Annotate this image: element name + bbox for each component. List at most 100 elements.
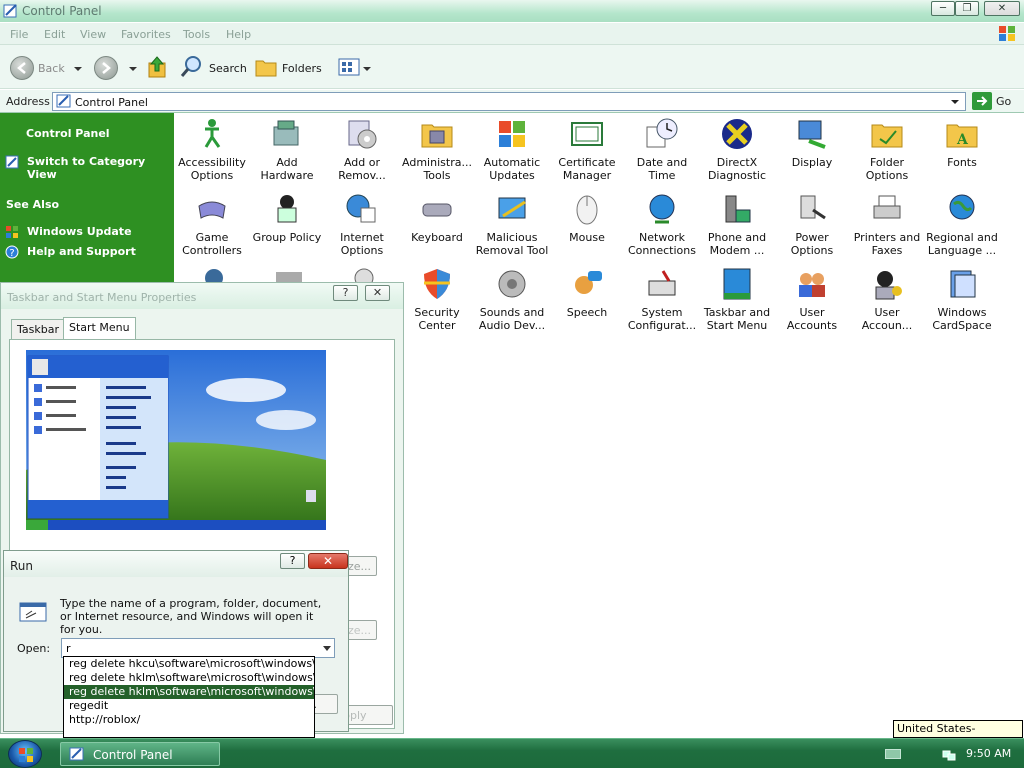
back-label[interactable]: Back <box>38 62 65 75</box>
menu-tools[interactable]: Tools <box>183 28 210 41</box>
forward-dropdown-icon[interactable] <box>129 67 137 71</box>
address-dropdown-icon[interactable] <box>947 94 963 109</box>
windows-logo-icon <box>19 748 33 762</box>
menu-help[interactable]: Help <box>226 28 251 41</box>
cp-user-accounts-2[interactable]: User Accoun... <box>850 267 924 332</box>
run-title-bar[interactable]: Run ? ✕ <box>4 551 348 577</box>
cp-security-center[interactable]: Security Center <box>400 267 474 332</box>
cp-game-controllers[interactable]: Game Controllers <box>175 192 249 257</box>
title-bar[interactable]: Control Panel ─ ❐ ✕ <box>0 0 1024 22</box>
open-input-value[interactable]: r <box>66 642 71 655</box>
mouse-icon <box>576 195 598 225</box>
run-help-button[interactable]: ? <box>280 553 305 569</box>
folders-label[interactable]: Folders <box>282 62 322 75</box>
cp-printers-and-faxes[interactable]: Printers and Faxes <box>850 192 924 257</box>
internet-options-icon <box>346 194 376 223</box>
cp-administrative-tools[interactable]: Administra... Tools <box>400 117 474 182</box>
autocomplete-item-selected[interactable]: reg delete hklm\software\microsoft\windo… <box>64 685 314 699</box>
back-dropdown-icon[interactable] <box>74 67 82 71</box>
properties-close-button[interactable]: ✕ <box>365 285 390 301</box>
open-combobox[interactable]: r <box>61 638 335 658</box>
cp-group-policy[interactable]: Group Policy <box>250 192 324 244</box>
cp-regional-and-language[interactable]: Regional and Language ... <box>925 192 999 257</box>
cp-folder-options[interactable]: Folder Options <box>850 117 924 182</box>
address-field[interactable]: Control Panel <box>52 92 966 111</box>
sidebar: Control Panel Switch to Category View Se… <box>0 113 174 283</box>
back-button[interactable] <box>10 56 34 80</box>
menu-file[interactable]: File <box>10 28 28 41</box>
cp-mouse[interactable]: Mouse <box>550 192 624 244</box>
menu-favorites[interactable]: Favorites <box>121 28 171 41</box>
help-and-support-link[interactable]: Help and Support <box>27 245 136 258</box>
cp-taskbar-and-start-menu[interactable]: Taskbar and Start Menu <box>700 267 774 332</box>
add-hardware-icon <box>273 120 299 146</box>
cp-automatic-updates[interactable]: Automatic Updates <box>475 117 549 182</box>
clock[interactable]: 9:50 AM <box>966 747 1011 760</box>
sidebar-title: Control Panel <box>26 127 110 140</box>
properties-help-button[interactable]: ? <box>333 285 358 301</box>
maximize-button[interactable]: ❐ <box>955 1 979 16</box>
network-tray-icon[interactable] <box>942 747 956 761</box>
cp-phone-and-modem[interactable]: Phone and Modem ... <box>700 192 774 257</box>
cp-certificate-manager[interactable]: Certificate Manager <box>550 117 624 182</box>
menu-edit[interactable]: Edit <box>44 28 65 41</box>
switch-to-category-view-link[interactable]: Switch to Category View <box>27 155 174 181</box>
fonts-icon: A <box>946 124 978 148</box>
cp-sounds-and-audio[interactable]: Sounds and Audio Dev... <box>475 267 549 332</box>
tab-start-menu[interactable]: Start Menu <box>63 317 136 339</box>
cp-accessibility-options[interactable]: Accessibility Options <box>175 117 249 182</box>
autocomplete-list: reg delete hkcu\software\microsoft\windo… <box>63 656 315 738</box>
taskbar-item-label: Control Panel <box>93 748 173 762</box>
views-dropdown-icon[interactable] <box>363 67 371 71</box>
cp-windows-cardspace[interactable]: Windows CardSpace <box>925 267 999 332</box>
cp-directx-diagnostic[interactable]: DirectX Diagnostic <box>700 117 774 182</box>
users-icon <box>799 273 825 297</box>
clock-icon <box>646 118 678 148</box>
cardspace-icon <box>950 270 976 298</box>
cp-keyboard[interactable]: Keyboard <box>400 192 474 244</box>
autocomplete-item[interactable]: http://roblox/ <box>64 713 314 727</box>
go-button[interactable] <box>972 92 992 110</box>
properties-title-bar[interactable]: Taskbar and Start Menu Properties ? ✕ <box>1 283 403 309</box>
run-close-button[interactable]: ✕ <box>308 553 348 569</box>
help-icon: ? <box>5 245 19 259</box>
forward-button[interactable] <box>94 56 118 80</box>
autocomplete-item[interactable]: regedit <box>64 699 314 713</box>
cp-add-remove-programs[interactable]: Add or Remov... <box>325 117 399 182</box>
control-panel-icon <box>3 4 17 18</box>
cp-date-and-time[interactable]: Date and Time <box>625 117 699 182</box>
start-button[interactable] <box>8 740 42 768</box>
control-panel-small-icon <box>56 94 71 108</box>
cp-fonts[interactable]: A Fonts <box>925 117 999 169</box>
cp-add-hardware[interactable]: Add Hardware <box>250 117 324 182</box>
forward-arrow-icon <box>102 62 111 74</box>
close-button[interactable]: ✕ <box>984 1 1020 16</box>
start-menu-preview <box>26 350 326 530</box>
shield-icon <box>424 269 450 299</box>
folders-icon[interactable] <box>255 57 277 77</box>
autocomplete-item[interactable]: reg delete hklm\software\microsoft\windo… <box>64 671 314 685</box>
cp-malicious-removal-tool[interactable]: Malicious Removal Tool <box>475 192 549 257</box>
search-icon[interactable] <box>180 55 204 79</box>
autocomplete-item[interactable]: reg delete hkcu\software\microsoft\windo… <box>64 657 314 671</box>
search-label[interactable]: Search <box>209 62 247 75</box>
cp-network-connections[interactable]: Network Connections <box>625 192 699 257</box>
open-dropdown-icon[interactable] <box>323 646 331 651</box>
views-icon[interactable] <box>338 58 362 76</box>
cp-power-options[interactable]: Power Options <box>775 192 849 257</box>
cp-user-accounts[interactable]: User Accounts <box>775 267 849 332</box>
windows-update-link[interactable]: Windows Update <box>27 225 132 238</box>
cp-display[interactable]: Display <box>775 117 849 169</box>
tab-taskbar[interactable]: Taskbar <box>11 319 65 339</box>
cp-internet-options[interactable]: Internet Options <box>325 192 399 257</box>
up-folder-icon[interactable] <box>147 55 169 79</box>
taskbar-item-control-panel[interactable]: Control Panel <box>60 742 220 766</box>
menu-view[interactable]: View <box>80 28 106 41</box>
go-label[interactable]: Go <box>996 95 1011 108</box>
menu-bar: File Edit View Favorites Tools Help <box>0 23 1024 45</box>
cp-system-configuration[interactable]: System Configurat... <box>625 267 699 332</box>
keyboard-language-icon[interactable] <box>885 749 901 759</box>
minimize-button[interactable]: ─ <box>931 1 955 16</box>
cp-speech[interactable]: Speech <box>550 267 624 319</box>
speaker-icon <box>498 270 526 298</box>
